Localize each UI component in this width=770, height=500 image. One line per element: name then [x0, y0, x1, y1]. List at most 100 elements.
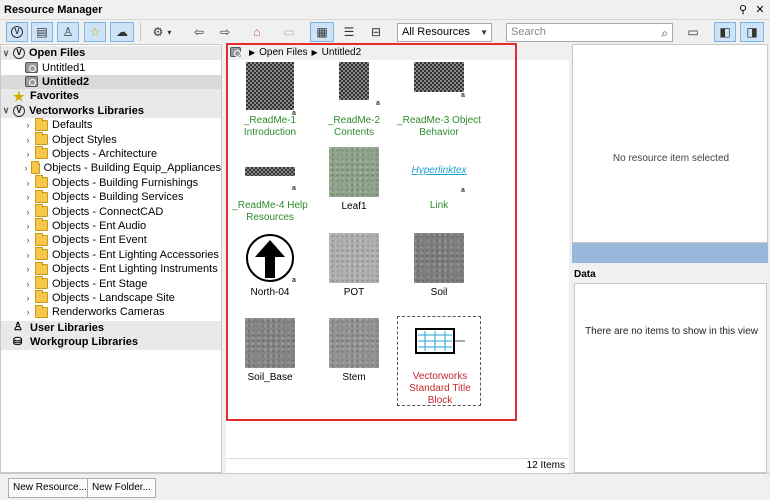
tree-item-folder[interactable]: › Objects - Building Services	[1, 189, 221, 204]
resource-item[interactable]: Soil_Base	[228, 316, 312, 400]
tree-item-folder[interactable]: › Objects - Building Furnishings	[1, 175, 221, 190]
home-button[interactable]: ⌂	[246, 22, 268, 42]
tree-item-folder[interactable]: › Renderworks Cameras	[1, 304, 221, 319]
libraries-icon: ▤	[36, 25, 48, 39]
tree-item-folder[interactable]: › Objects - Ent Audio	[1, 218, 221, 233]
back-button[interactable]: ⇦	[188, 22, 210, 42]
tree-label: Workgroup Libraries	[30, 336, 138, 349]
chevron-right-icon: ›	[26, 307, 30, 318]
folder-icon	[35, 146, 48, 160]
folder-icon	[35, 175, 48, 189]
file-icon	[25, 76, 38, 88]
search-placeholder: Search	[511, 26, 546, 38]
resource-label-line2: Behavior	[419, 127, 459, 138]
tree-item-open-files[interactable]: ∨ V Open Files	[1, 46, 221, 61]
library-tree: ∨ V Open Files Untitled1 Untitled2 ★ Fav…	[0, 44, 222, 473]
forward-button[interactable]: ⇨	[214, 22, 236, 42]
tree-item-folder[interactable]: › Objects - Landscape Site	[1, 290, 221, 305]
folder-icon	[35, 204, 48, 218]
vectorworks-button[interactable]: V	[6, 22, 28, 42]
resource-item[interactable]: a _ReadMe-3 Object Behavior	[397, 60, 481, 144]
folder-icon	[35, 117, 48, 131]
resource-label-line1: Stem	[342, 372, 366, 383]
resource-type-filter[interactable]: All Resources ▼	[397, 23, 492, 42]
preview-pane-button[interactable]: ▭	[682, 22, 704, 42]
resource-label-line2: Standard Title	[409, 383, 471, 394]
settings-button[interactable]: ⚙ ▾	[145, 22, 179, 42]
tree-item-workgroup-libraries[interactable]: ⛁ Workgroup Libraries	[1, 335, 221, 350]
resource-item[interactable]: Stem	[312, 316, 396, 400]
cloud-button[interactable]: ☁	[110, 22, 134, 42]
breadcrumb-open-files[interactable]: Open Files	[259, 47, 307, 58]
resource-item[interactable]: Vectorworks Standard Title Block	[397, 316, 481, 406]
resource-item[interactable]: a _ReadMe-1 Introduction	[228, 60, 312, 144]
star-icon: ★	[13, 88, 25, 104]
tree-item-vectorworks-libraries[interactable]: ∨ V Vectorworks Libraries	[1, 103, 221, 118]
title-bar: Resource Manager ⚲ ✕	[0, 0, 770, 20]
chevron-right-icon: ›	[26, 120, 30, 131]
tree-item-folder[interactable]: › Objects - Ent Stage	[1, 276, 221, 290]
folder-icon	[35, 276, 48, 290]
new-folder-toolbar-button[interactable]: ▭	[278, 22, 300, 42]
preview-empty-message: No resource item selected	[612, 153, 730, 164]
thumbnail-view-button[interactable]: ▦	[310, 22, 334, 42]
text-badge-icon: a	[376, 100, 380, 107]
tree-item-favorites[interactable]: ★ Favorites	[1, 88, 221, 104]
favorites-button[interactable]: ☆	[84, 22, 106, 42]
new-resource-button[interactable]: New Resource...	[8, 478, 92, 498]
tree-item-untitled2[interactable]: Untitled2	[1, 74, 221, 90]
tree-item-folder[interactable]: › Objects - Building Equip_Appliances	[1, 160, 221, 175]
resource-label-line1: Link	[429, 200, 449, 211]
tree-item-folder[interactable]: › Defaults	[1, 117, 221, 132]
folder-icon: ▭	[283, 25, 295, 39]
chevron-down-icon: ▾	[167, 27, 172, 37]
tree-item-user-libraries[interactable]: ♙ User Libraries	[1, 320, 221, 336]
list-view-icon: ☰	[343, 25, 355, 39]
chevron-right-icon: ▶	[249, 47, 256, 57]
tree-item-folder[interactable]: › Objects - Architecture	[1, 146, 221, 161]
resource-label: Stem	[312, 372, 396, 384]
chevron-down-icon: ▼	[480, 28, 488, 37]
user-button[interactable]: ♙	[57, 22, 79, 42]
list-view-button[interactable]: ☰	[338, 22, 360, 42]
tree-item-folder[interactable]: › Objects - ConnectCAD	[1, 204, 221, 218]
resource-label-line2: Resources	[246, 212, 294, 223]
tree-label: Defaults	[52, 119, 93, 132]
tree-item-folder[interactable]: › Objects - Ent Event	[1, 232, 221, 247]
tree-item-untitled1[interactable]: Untitled1	[1, 60, 221, 74]
resource-item[interactable]: a _ReadMe-2 Contents	[312, 60, 396, 144]
resource-item[interactable]: a _ReadMe-4 Help Resources	[228, 145, 312, 229]
chevron-right-icon: ›	[26, 148, 30, 159]
resource-item[interactable]: Hyperlinktex a Link	[397, 145, 481, 229]
vectorworks-icon: V	[11, 26, 23, 38]
chevron-right-icon: ›	[26, 278, 30, 289]
resource-label-line1: _ReadMe-1	[243, 115, 297, 126]
tree-item-folder[interactable]: › Object Styles	[1, 132, 221, 146]
star-icon: ☆	[89, 25, 101, 39]
pin-icon[interactable]: ⚲	[736, 3, 750, 17]
resource-item[interactable]: Soil	[397, 231, 481, 315]
resource-item[interactable]: Leaf1	[312, 145, 396, 229]
resource-label: Vectorworks Standard Title Block	[398, 371, 482, 407]
right-pane-icon: ◨	[746, 25, 758, 39]
new-folder-button[interactable]: New Folder...	[87, 478, 156, 498]
chevron-down-icon: ∨	[2, 105, 10, 116]
libraries-button[interactable]: ▤	[31, 22, 53, 42]
filter-value: All Resources	[402, 26, 470, 38]
resource-item[interactable]: a North-04	[228, 231, 312, 315]
tree-label: Objects - Ent Lighting Accessories	[52, 248, 219, 261]
pane-icon: ▭	[687, 25, 699, 39]
chevron-right-icon: ›	[26, 292, 30, 303]
resource-item[interactable]: POT	[312, 231, 396, 315]
breadcrumb-untitled2[interactable]: Untitled2	[322, 47, 361, 58]
tree-item-folder[interactable]: › Objects - Ent Lighting Accessories	[1, 247, 221, 262]
right-pane-toggle[interactable]: ◨	[740, 22, 764, 42]
tree-label: Untitled1	[42, 61, 86, 74]
tree-view-button[interactable]: ⊟	[364, 22, 388, 42]
search-input[interactable]: Search ⌕	[506, 23, 673, 42]
close-icon[interactable]: ✕	[753, 3, 767, 17]
tree-item-folder[interactable]: › Objects - Ent Lighting Instruments	[1, 261, 221, 276]
splitter-left[interactable]	[222, 44, 225, 473]
left-pane-toggle[interactable]: ◧	[714, 22, 736, 42]
text-badge-icon: a	[461, 92, 465, 99]
